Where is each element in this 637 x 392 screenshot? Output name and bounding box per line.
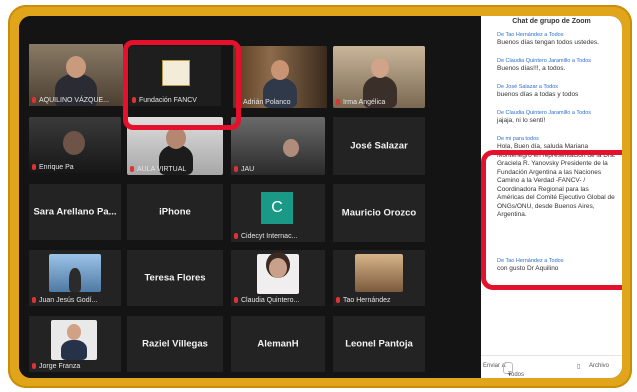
participant-name: Leonel Pantoja [345, 338, 413, 350]
participant-tile[interactable]: C Cidecyt Internac... [231, 184, 325, 242]
participant-tile[interactable]: iPhone [127, 184, 223, 240]
message-sender[interactable]: De Claudia Quintero Jaramillo a Todos [497, 58, 617, 65]
participant-name: AQUILINO VÁZQUE... [32, 97, 109, 104]
muted-mic-icon [32, 164, 36, 170]
chat-title: Chat de grupo de Zoom [512, 18, 591, 25]
participant-name: Cidecyt Internac... [234, 233, 297, 240]
highlight-box-logo [123, 40, 241, 130]
participant-name: AlemanH [257, 338, 299, 350]
send-to-select[interactable]: Todos ▾ [503, 362, 524, 378]
participant-name: Juan Jesús Godí... [32, 297, 97, 304]
person-head [271, 60, 289, 80]
participant-name: iPhone [159, 206, 191, 218]
participant-name: AULA VIRTUAL [130, 166, 186, 173]
message-sender[interactable]: De mi para todos [497, 136, 617, 143]
chat-footer: Enviar a: Todos ▾ ▯ Archivo [481, 355, 622, 378]
participant-name: José Salazar [350, 140, 408, 152]
participant-tile[interactable]: Irma Angélica [333, 46, 425, 108]
participant-tile[interactable]: Raziel Villegas [127, 316, 223, 372]
message-text: buenos días a todas y todos [497, 91, 579, 98]
participant-tile[interactable]: Claudia Quintero... [231, 250, 325, 306]
person-head [166, 127, 186, 149]
muted-mic-icon [336, 99, 340, 105]
person-head [371, 58, 389, 78]
participant-name: Mauricio Orozco [341, 207, 417, 219]
participant-name: Adrián Polanco [236, 99, 290, 106]
participant-name: Claudia Quintero... [234, 297, 299, 304]
participant-name: Sara Arellano Pa... [33, 206, 117, 218]
participant-name: Teresa Flores [144, 272, 206, 284]
participant-tile[interactable]: Jorge Franza [29, 316, 121, 372]
participant-tile[interactable]: Juan Jesús Godí... [29, 250, 121, 306]
participant-tile[interactable]: Mauricio Orozco [333, 184, 425, 242]
message-text: Buenos días tengan todos ustedes. [497, 39, 599, 46]
muted-mic-icon [130, 166, 134, 172]
file-icon[interactable]: ▯ [577, 363, 580, 370]
message-text: Buenos días!!!, a todos. [497, 65, 566, 72]
video-background [355, 254, 403, 292]
archive-button[interactable]: Archivo [589, 363, 609, 369]
participant-name: JAU [234, 166, 254, 173]
participant-grid: AQUILINO VÁZQUE... Fundación FANCV Adriá… [19, 16, 481, 378]
participant-tile[interactable]: Tao Hernández [333, 250, 425, 306]
message-text: jajaja, ni lo sentí! [497, 117, 546, 124]
participant-tile[interactable]: Adrián Polanco [233, 46, 327, 108]
avatar: C [261, 192, 293, 224]
person-head [283, 139, 299, 157]
muted-mic-icon [234, 297, 238, 303]
chat-message: De José Salazar a Todos buenos días a to… [497, 84, 617, 100]
highlight-box-message [481, 150, 622, 290]
muted-mic-icon [32, 363, 36, 369]
screenshot-frame: AQUILINO VÁZQUE... Fundación FANCV Adriá… [0, 0, 637, 392]
participant-tile[interactable]: Teresa Flores [127, 250, 223, 306]
participant-name: Irma Angélica [336, 99, 385, 106]
muted-mic-icon [32, 297, 36, 303]
participant-tile[interactable]: AQUILINO VÁZQUE... [29, 44, 123, 106]
participant-tile[interactable]: Enrique Pa [29, 117, 121, 173]
muted-mic-icon [234, 166, 238, 172]
person-head [67, 324, 81, 340]
message-sender[interactable]: De José Salazar a Todos [497, 84, 617, 91]
person-figure [69, 268, 81, 292]
participant-name: Tao Hernández [336, 297, 390, 304]
person-head [66, 56, 86, 78]
participant-name: Enrique Pa [32, 164, 74, 171]
message-sender[interactable]: De Tao Hernández a Todos [497, 32, 617, 39]
chat-message: De Claudia Quintero Jaramillo a Todos Bu… [497, 58, 617, 74]
participant-tile[interactable]: José Salazar [333, 117, 425, 175]
muted-mic-icon [336, 297, 340, 303]
chat-message: De Tao Hernández a Todos Buenos días ten… [497, 32, 617, 48]
person-figure [61, 340, 87, 360]
muted-mic-icon [32, 97, 36, 103]
participant-name: Jorge Franza [32, 363, 80, 370]
participant-tile[interactable]: Leonel Pantoja [333, 316, 425, 372]
participant-tile[interactable]: AlemanH [231, 316, 325, 372]
participant-tile[interactable]: JAU [231, 117, 325, 175]
participant-name: Raziel Villegas [142, 338, 208, 350]
chevron-down-icon: ▾ [508, 372, 512, 378]
muted-mic-icon [234, 233, 238, 239]
chat-message: De Claudia Quintero Jaramillo a Todos ja… [497, 110, 617, 126]
zoom-window: AQUILINO VÁZQUE... Fundación FANCV Adriá… [19, 16, 622, 378]
participant-tile[interactable]: Sara Arellano Pa... [29, 184, 121, 240]
person-head [63, 131, 85, 155]
message-sender[interactable]: De Claudia Quintero Jaramillo a Todos [497, 110, 617, 117]
person-head [269, 258, 287, 278]
